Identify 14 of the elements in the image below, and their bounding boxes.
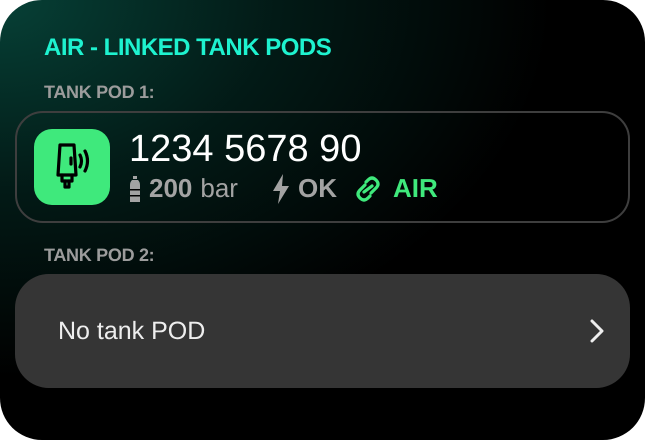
tank-pod-row[interactable]: No tank POD	[15, 274, 630, 388]
pressure-unit: bar	[200, 173, 238, 204]
cylinder-icon	[129, 176, 141, 202]
section-title: AIR - LINKED TANK PODS	[44, 34, 332, 62]
battery-status: OK	[298, 173, 337, 204]
lightning-icon	[272, 174, 290, 204]
tank-pod-icon	[34, 129, 110, 205]
pod-label: TANK POD 2:	[44, 245, 156, 266]
pressure-value: 200	[149, 173, 192, 204]
chevron-icon	[590, 319, 604, 343]
serial-number: 1234 5678 90	[129, 130, 362, 170]
pod-label: TANK POD 1:	[44, 82, 156, 103]
tank-pod-card[interactable]: 1234 5678 90 200 bar OK AIR	[15, 111, 630, 223]
link-status: AIR	[392, 173, 438, 204]
